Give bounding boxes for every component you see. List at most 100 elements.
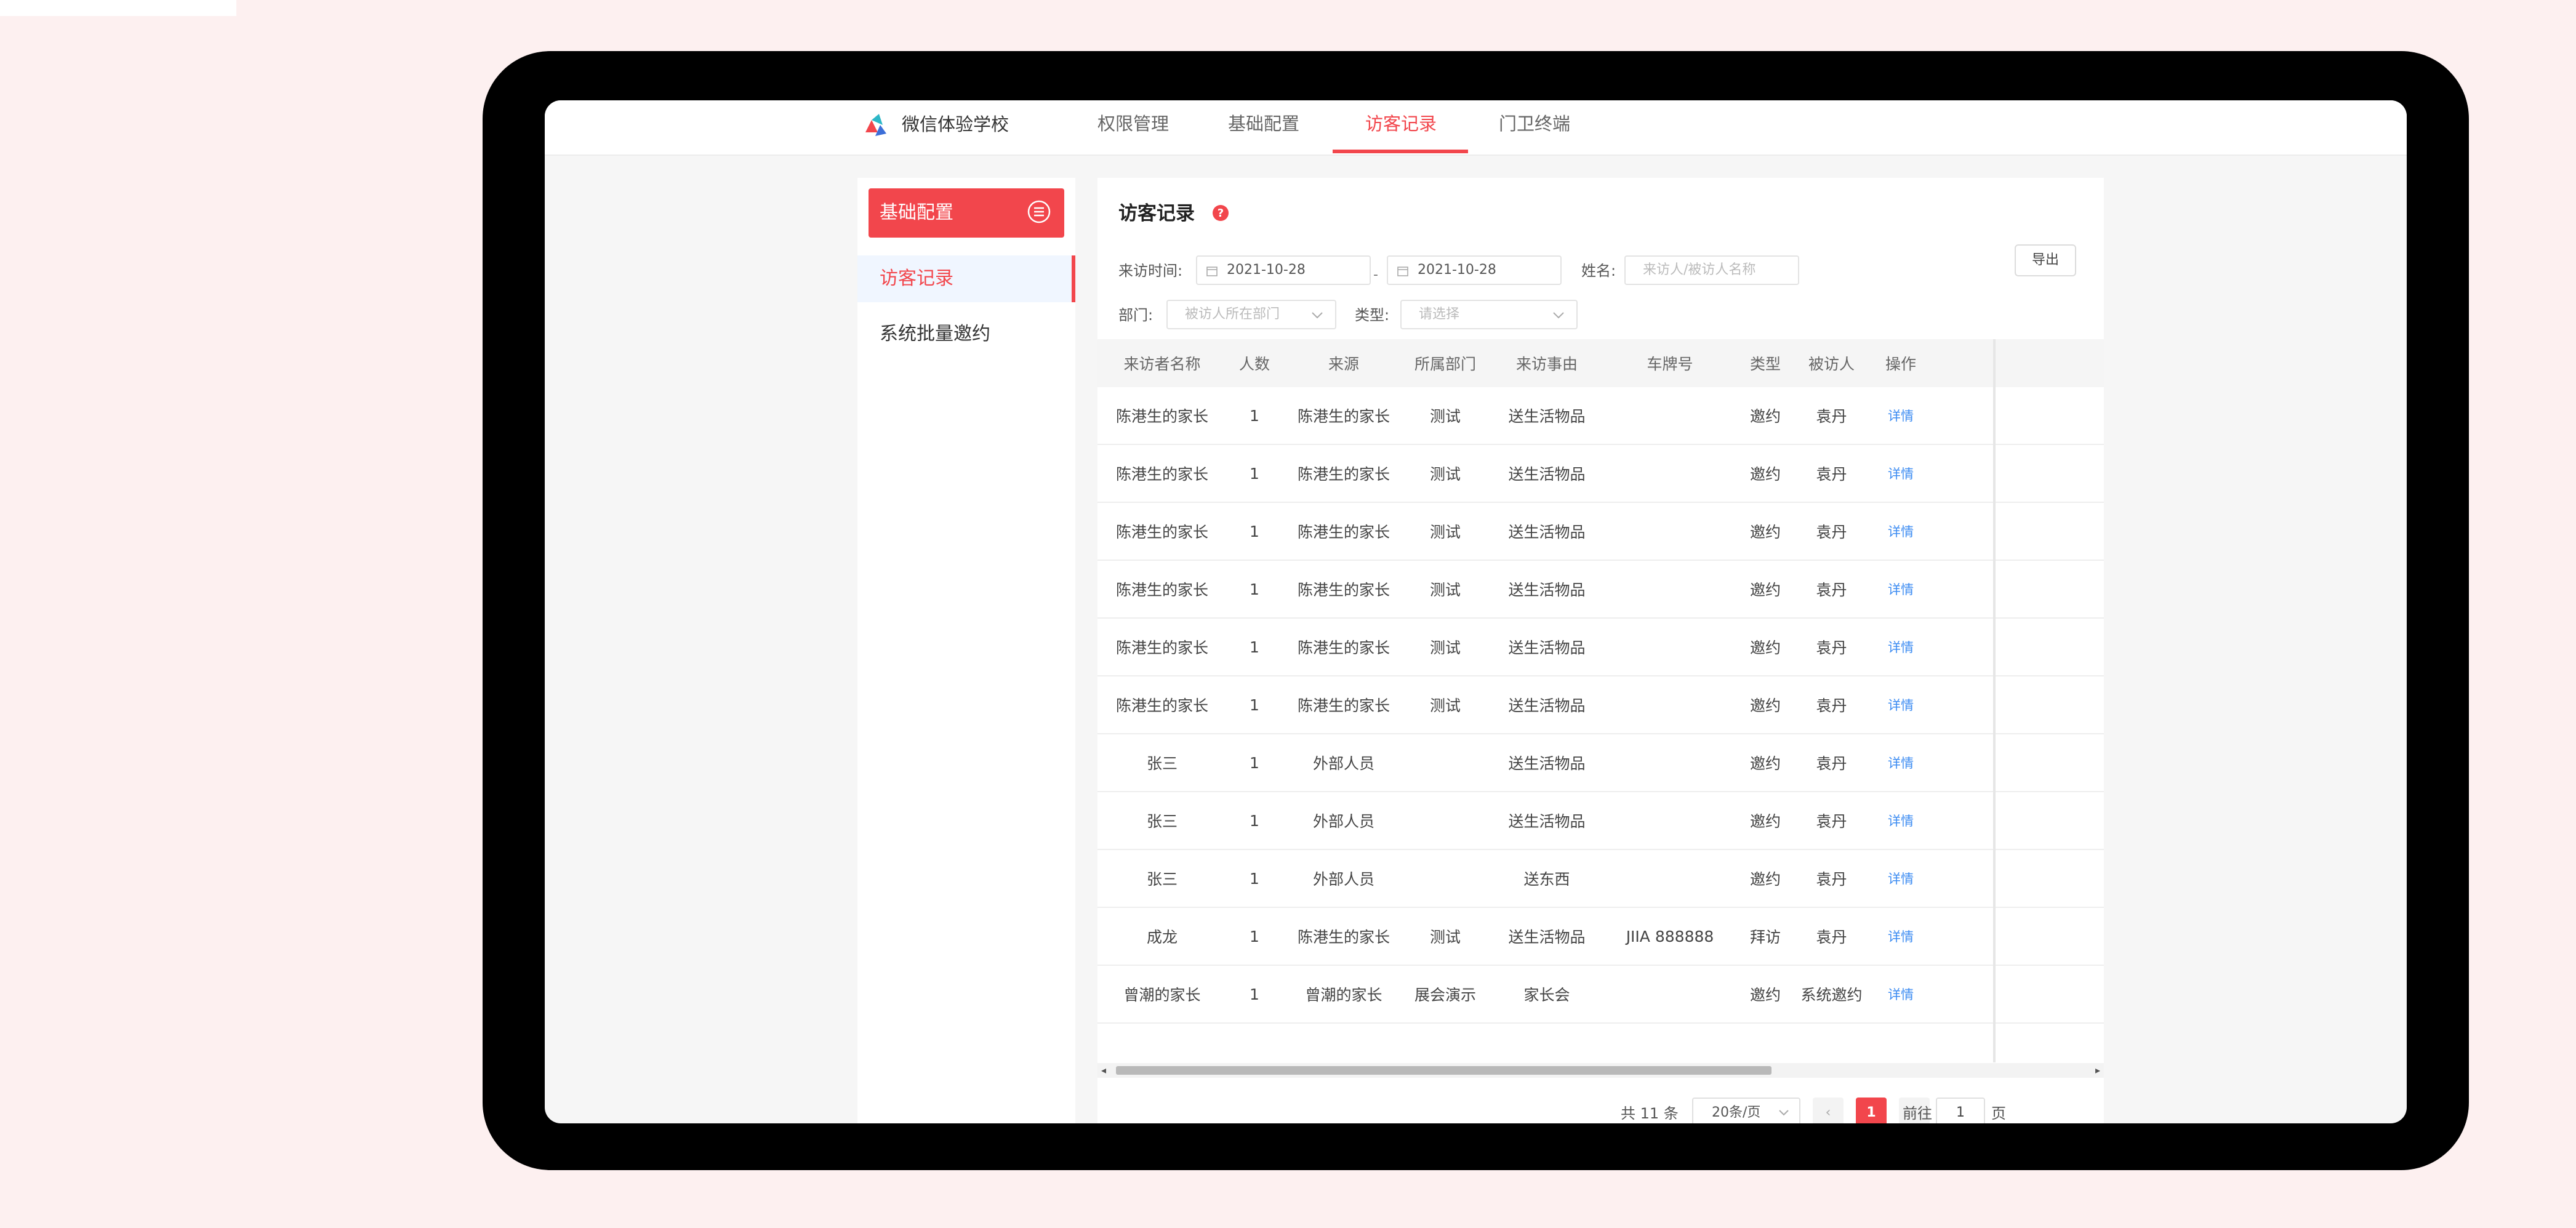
scroll-left-icon[interactable]: ◂ [1101,1063,1106,1078]
cell-plate [1608,966,1731,1022]
detail-link[interactable]: 详情 [1864,734,1938,791]
cell-visitor-name: 成龙 [1146,928,1178,946]
cell-host: 袁丹 [1816,697,1847,715]
type-placeholder: 请选择 [1419,307,1460,322]
cell-department: 测试 [1429,639,1461,657]
detail-link[interactable]: 详情 [1864,676,1938,733]
sidebar-item-visitor-records[interactable]: 访客记录 [857,255,1075,302]
cell-count: 1 [1250,869,1259,888]
cell-plate [1608,445,1731,502]
cell-source: 曾潮的家长 [1305,986,1382,1004]
department-select[interactable]: 被访人所在部门 [1166,300,1336,329]
help-icon[interactable]: ? [1211,204,1230,222]
cell-source: 陈港生的家长 [1297,465,1390,483]
detail-link[interactable]: 详情 [1864,387,1938,444]
cell-reason: 送生活物品 [1508,928,1586,946]
cell-host: 袁丹 [1816,523,1847,541]
cell-count: 1 [1250,580,1259,598]
cell-type: 邀约 [1749,639,1781,657]
page-size-value: 20条/页 [1712,1105,1761,1120]
calendar-icon [1206,267,1218,276]
horizontal-scrollbar[interactable]: ◂ ▸ [1097,1063,2104,1078]
detail-link[interactable]: 详情 [1864,792,1938,849]
cell-plate [1608,561,1731,617]
cell-visitor-name: 张三 [1146,870,1178,888]
detail-link[interactable]: 详情 [1864,445,1938,502]
cell-host: 袁丹 [1816,639,1847,657]
table-row: 陈港生的家长 1 陈港生的家长 测试 送生活物品 邀约 袁丹 详情 [1097,445,2104,503]
detail-link[interactable]: 详情 [1864,503,1938,560]
cell-department: 测试 [1429,465,1461,483]
cell-reason: 家长会 [1523,986,1570,1004]
cell-source: 陈港生的家长 [1297,581,1390,599]
cell-department: 测试 [1429,697,1461,715]
chevron-down-icon [1779,1110,1789,1116]
sidebar-item-batch-invite[interactable]: 系统批量邀约 [857,311,1075,358]
main-panel: 访客记录 ? 来访时间: 2021-10-28 - 2021-10-28 姓名:… [1097,178,2104,1123]
cell-reason: 送生活物品 [1508,407,1586,425]
cell-count: 1 [1250,927,1259,945]
prev-page-button[interactable]: ‹ [1813,1098,1844,1123]
cell-plate [1608,619,1731,675]
nav-tab-basic-config[interactable]: 基础配置 [1228,111,1299,136]
cell-type: 邀约 [1749,697,1781,715]
column-header-visitor-name: 来访者名称 [1123,355,1201,373]
column-header-reason: 来访事由 [1515,355,1578,373]
cell-host: 袁丹 [1816,407,1847,425]
detail-link[interactable]: 详情 [1864,619,1938,675]
table-header: 来访者名称 人数 来源 所属部门 来访事由 车牌号 类型 被访人 操作 [1097,339,2104,387]
table-row: 陈港生的家长 1 陈港生的家长 测试 送生活物品 邀约 袁丹 详情 [1097,561,2104,619]
sidebar-header[interactable]: 基础配置 [869,188,1064,238]
cell-visitor-name: 陈港生的家长 [1115,523,1208,541]
name-search-input[interactable]: 来访人/被访人名称 [1624,255,1799,285]
table-row: 成龙 1 陈港生的家长 测试 送生活物品 JIIA 888888 拜访 袁丹 详情 [1097,908,2104,966]
column-header-type: 类型 [1749,355,1781,373]
nav-tab-guard-terminal[interactable]: 门卫终端 [1499,111,1570,136]
detail-link[interactable]: 详情 [1864,561,1938,617]
column-header-count: 人数 [1238,355,1270,373]
date-start-input[interactable]: 2021-10-28 [1196,255,1371,285]
menu-toggle-icon[interactable] [1025,198,1053,225]
cell-source: 陈港生的家长 [1297,407,1390,425]
type-select[interactable]: 请选择 [1400,300,1578,329]
nav-tab-visitor-records[interactable]: 访客记录 [1365,111,1437,136]
page-title: 访客记录 [1118,203,1195,225]
export-button[interactable]: 导出 [2015,244,2076,276]
scrollbar-thumb[interactable] [1116,1066,1772,1075]
scroll-right-icon[interactable]: ▸ [2095,1063,2100,1078]
date-start-value: 2021-10-28 [1227,262,1306,278]
cell-type: 拜访 [1749,928,1781,946]
name-search-placeholder: 来访人/被访人名称 [1643,262,1756,278]
cell-visitor-name: 陈港生的家长 [1115,697,1208,715]
cell-plate [1608,734,1731,791]
date-end-input[interactable]: 2021-10-28 [1387,255,1562,285]
column-header-source: 来源 [1328,355,1359,373]
visit-time-label: 来访时间: [1118,262,1183,279]
detail-link[interactable]: 详情 [1864,908,1938,965]
detail-link[interactable]: 详情 [1864,850,1938,907]
nav-tab-permissions[interactable]: 权限管理 [1097,111,1169,136]
cell-reason: 送生活物品 [1508,465,1586,483]
cell-reason: 送东西 [1523,870,1570,888]
goto-label: 前往 [1903,1105,1932,1122]
chevron-down-icon [1553,312,1564,319]
cell-plate [1608,503,1731,560]
detail-link[interactable]: 详情 [1864,966,1938,1022]
page-size-select[interactable]: 20条/页 [1692,1098,1800,1123]
brand-logo-icon [865,114,886,136]
goto-page-input[interactable]: 1 [1936,1098,1985,1123]
cell-count: 1 [1250,638,1259,656]
type-label: 类型: [1355,307,1390,324]
cell-source: 外部人员 [1312,870,1374,888]
cell-host: 系统邀约 [1800,986,1863,1004]
nav-active-indicator [1333,150,1468,153]
cell-source: 外部人员 [1312,755,1374,773]
date-end-value: 2021-10-28 [1418,262,1496,278]
cell-visitor-name: 陈港生的家长 [1115,465,1208,483]
chevron-down-icon [1312,312,1323,319]
cell-count: 1 [1250,464,1259,483]
page-button-current[interactable]: 1 [1856,1098,1887,1123]
column-header-host: 被访人 [1808,355,1855,373]
brand-name: 微信体验学校 [902,114,1009,135]
cell-department: 测试 [1429,523,1461,541]
